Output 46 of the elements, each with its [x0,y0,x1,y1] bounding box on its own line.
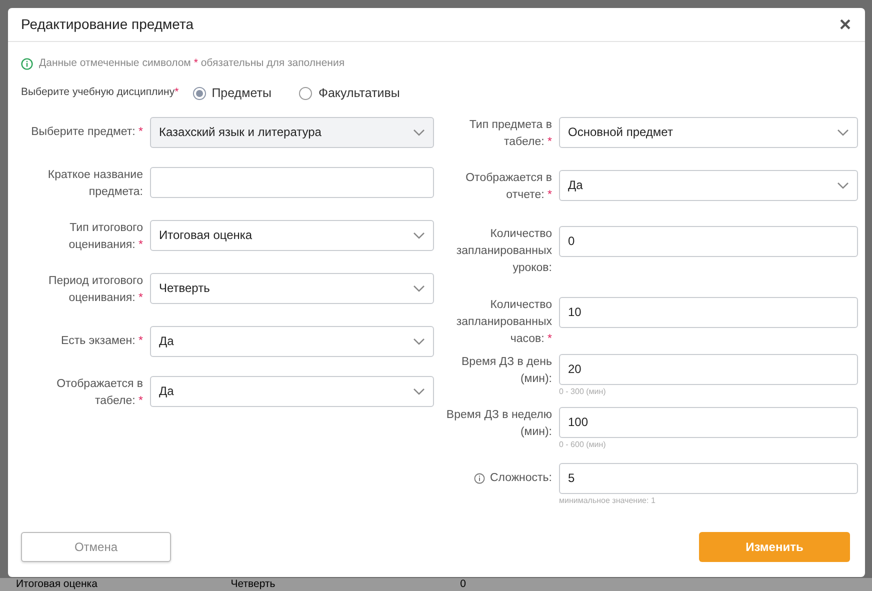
select-field[interactable]: Итоговая оценка [150,220,434,250]
input-field[interactable]: 10 [559,296,858,328]
field-label: Время ДЗ в неделю (мин): [445,408,552,440]
select-field[interactable]: Да [150,326,434,356]
select-field[interactable]: Да [559,170,858,200]
hint-text: минимальное значение: 1 [559,494,656,506]
info-icon [21,58,33,70]
chevron-icon [413,128,425,136]
input-field[interactable]: 5 [559,462,858,494]
select-field[interactable]: Да [150,376,434,406]
field-label: Количество запланированных часов: * [455,298,552,346]
field-label: Сложность: [490,470,552,486]
chevron-icon [837,182,849,188]
field-label: Время ДЗ в день (мин): [460,354,552,386]
select-field[interactable]: Основной предмет [559,116,858,148]
input-field[interactable]: 100 [559,406,858,438]
table-cell-text: 0 [459,578,467,591]
field-label: Тип предмета в табеле: * [468,118,552,150]
close-button[interactable]: × [837,14,853,34]
table-cell-text: Итоговая оценка [15,578,98,591]
hint-text: 0 - 300 (мин) [559,386,607,398]
radio-option[interactable]: Предметы [192,84,272,102]
field-label: Выберите предмет: * [31,124,143,140]
select-field[interactable]: Четверть [150,272,434,304]
input-field[interactable]: 0 [559,226,858,256]
chevron-icon [413,388,425,394]
input-field[interactable]: 20 [559,354,858,384]
field-label: Отображается в отчете: * [464,170,552,202]
radio-option[interactable]: Факультативы [299,84,400,102]
field-label: Количество запланированных уроков: [455,226,552,276]
discipline-label: Выберите учебную дисциплину* [21,85,179,100]
chevron-icon [413,232,425,238]
chevron-icon [413,284,425,292]
field-label: Тип итогового оценивания: * [68,220,143,252]
hint-text: 0 - 600 (мин) [559,438,607,450]
field-label: Период итогового оценивания: * [47,274,143,306]
field-label: Краткое название предмета: [46,168,143,200]
chevron-icon [837,128,849,136]
cancel-button[interactable]: Отмена [21,532,171,562]
field-label: Отображается в табеле: * [56,376,143,408]
table-cell-text: Четверть [230,578,276,591]
modal-title: Редактирование предмета [21,15,194,34]
field-label: Есть экзамен: * [61,334,143,348]
input-field[interactable] [150,166,434,198]
chevron-icon [413,338,425,344]
required-notice: Данные отмеченные символом * обязательны для заполнения [39,56,345,71]
